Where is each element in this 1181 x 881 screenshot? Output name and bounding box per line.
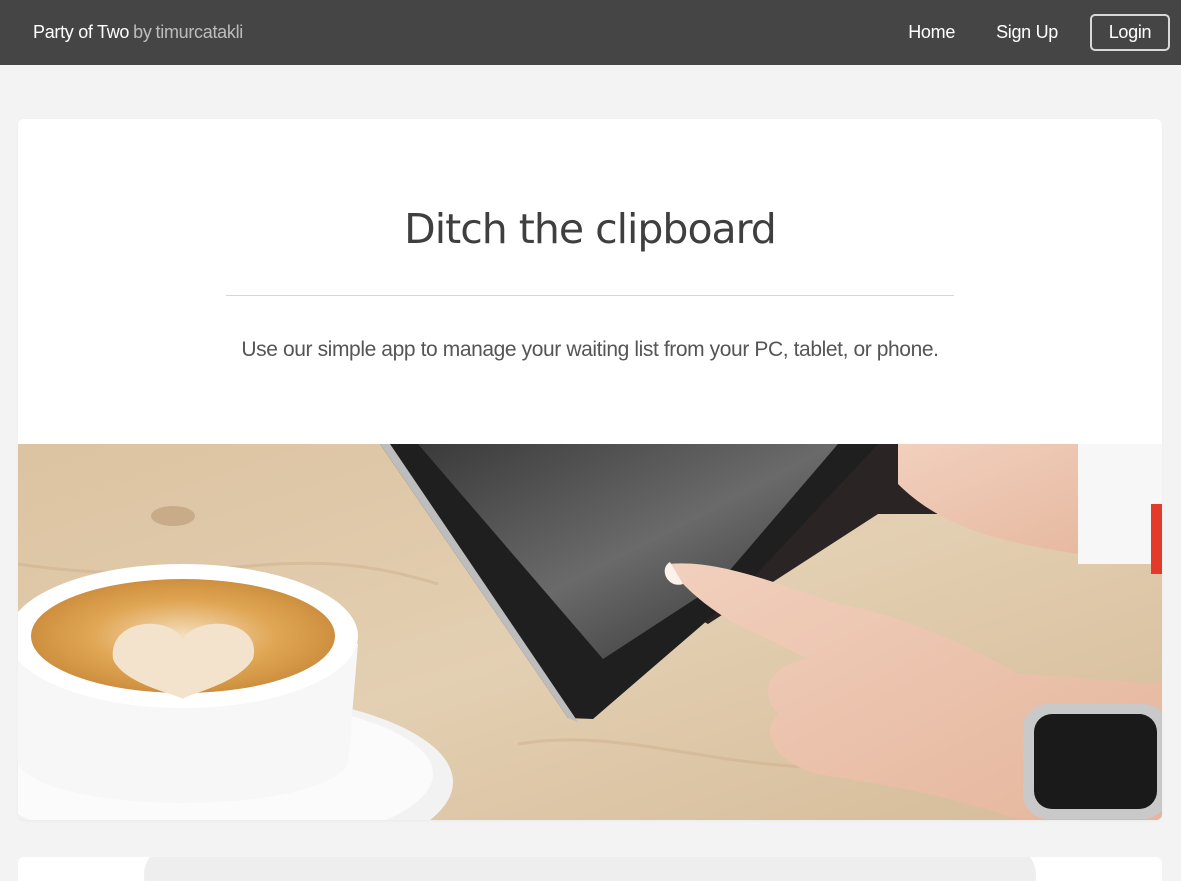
brand-author: timurcatakli xyxy=(155,22,244,42)
secondary-card xyxy=(18,857,1162,881)
nav-home-link[interactable]: Home xyxy=(908,22,955,43)
brand-separator: by xyxy=(133,22,152,42)
hero-card: Ditch the clipboard Use our simple app t… xyxy=(18,119,1162,820)
login-button[interactable]: Login xyxy=(1090,14,1170,51)
hero-divider xyxy=(226,295,954,296)
hero-text-block: Ditch the clipboard Use our simple app t… xyxy=(18,119,1162,444)
top-navbar: Party of Two by timurcatakli Home Sign U… xyxy=(0,0,1181,65)
hero-subtitle: Use our simple app to manage your waitin… xyxy=(241,338,939,361)
secondary-card-graphic xyxy=(144,857,1036,881)
nav-links: Home Sign Up Login xyxy=(908,14,1170,51)
brand-name: Party of Two xyxy=(33,22,130,42)
nav-signup-link[interactable]: Sign Up xyxy=(996,22,1058,43)
brand[interactable]: Party of Two by timurcatakli xyxy=(33,22,243,43)
hero-title: Ditch the clipboard xyxy=(404,205,777,253)
hero-image-tablet-coffee xyxy=(18,444,1162,820)
